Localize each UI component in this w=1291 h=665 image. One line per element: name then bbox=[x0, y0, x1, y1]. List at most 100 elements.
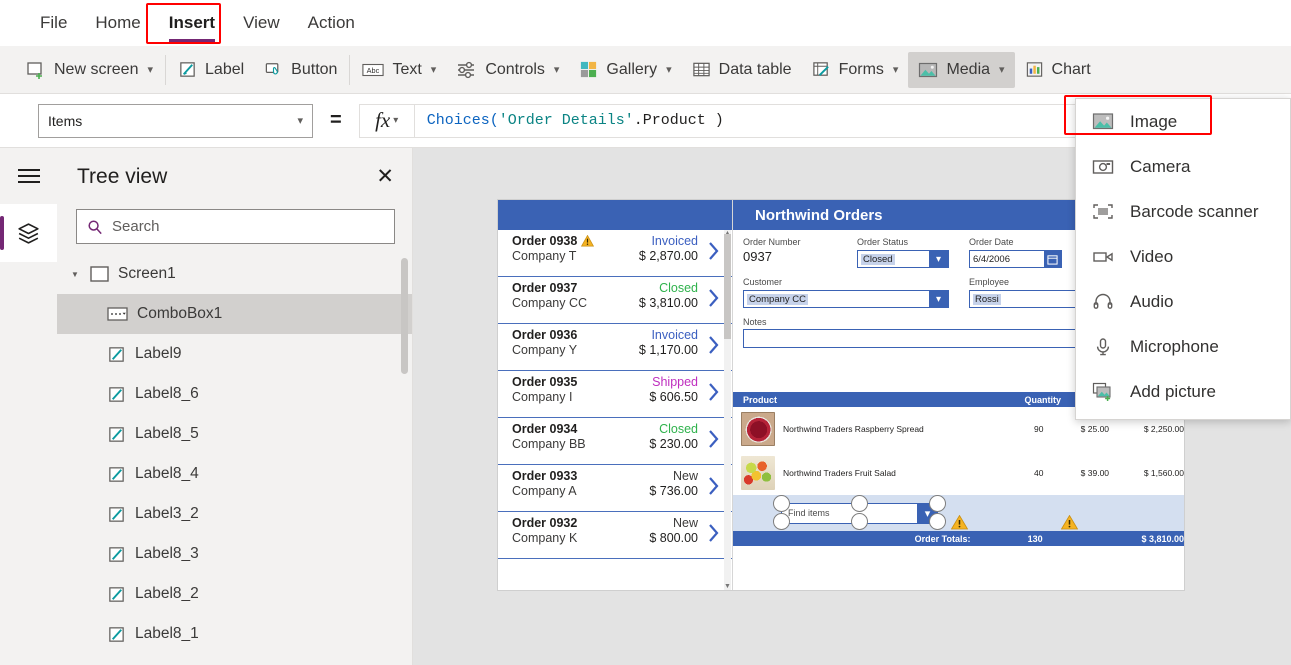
tree-node-label8-1[interactable]: Label8_1 bbox=[57, 614, 412, 654]
scroll-down-icon[interactable]: ▼ bbox=[724, 583, 731, 590]
calendar-icon[interactable] bbox=[1044, 251, 1061, 267]
label-icon bbox=[107, 385, 126, 404]
chevron-right-icon[interactable] bbox=[708, 382, 720, 402]
media-menu-item-video[interactable]: Video bbox=[1076, 234, 1290, 279]
hamburger-button[interactable] bbox=[0, 148, 57, 204]
company-name: Company I bbox=[512, 390, 573, 404]
chevron-right-icon[interactable] bbox=[708, 241, 720, 261]
warning-icon[interactable] bbox=[1060, 514, 1079, 530]
ribbon-button-button[interactable]: Button bbox=[254, 52, 347, 88]
tree-node-combobox1[interactable]: ComboBox1 bbox=[57, 294, 412, 334]
tree-node-label8-3[interactable]: Label8_3 bbox=[57, 534, 412, 574]
resize-handle-top-left[interactable] bbox=[773, 495, 790, 512]
menu-label: File bbox=[40, 13, 68, 32]
product-total: $ 2,250.00 bbox=[1143, 424, 1184, 434]
menu-item-view[interactable]: View bbox=[229, 6, 294, 40]
media-menu-label: Add picture bbox=[1130, 381, 1216, 401]
gallery-scrollbar[interactable]: ▲ ▼ bbox=[724, 230, 731, 590]
order-amount: $ 736.00 bbox=[649, 484, 698, 498]
order-date-picker[interactable]: 6/4/2006 bbox=[969, 250, 1062, 268]
ribbon-controls-button[interactable]: Controls ▾ bbox=[446, 52, 569, 88]
notes-input[interactable] bbox=[743, 329, 1086, 348]
media-menu-item-audio[interactable]: Audio bbox=[1076, 279, 1290, 324]
menu-item-action[interactable]: Action bbox=[294, 6, 369, 40]
chevron-right-icon[interactable] bbox=[708, 429, 720, 449]
media-menu-item-microphone[interactable]: Microphone bbox=[1076, 324, 1290, 369]
product-total: $ 1,560.00 bbox=[1143, 468, 1184, 478]
ribbon-forms-button[interactable]: Forms ▾ bbox=[802, 52, 909, 88]
media-menu-item-add-picture[interactable]: Add picture bbox=[1076, 369, 1290, 414]
ribbon-label: Data table bbox=[718, 60, 792, 78]
media-menu-item-barcode-scanner[interactable]: Barcode scanner bbox=[1076, 189, 1290, 234]
hamburger-icon bbox=[17, 169, 40, 183]
label-icon bbox=[107, 505, 126, 524]
resize-handle-bottom-right[interactable] bbox=[929, 513, 946, 530]
ribbon-new-screen-button[interactable]: New screen ▾ bbox=[16, 52, 163, 88]
gallery-item[interactable]: Order 0935 Company I Shipped $ 606.50 bbox=[498, 371, 732, 418]
menu-label: View bbox=[243, 13, 280, 32]
chevron-down-icon[interactable]: ▾ bbox=[929, 251, 948, 267]
close-icon[interactable]: ✕ bbox=[376, 166, 394, 187]
ribbon-text-button[interactable]: Abc Text ▾ bbox=[352, 52, 446, 88]
order-id: Order 0936 bbox=[512, 328, 578, 342]
menu-item-insert[interactable]: Insert bbox=[155, 6, 229, 42]
ribbon-label-button[interactable]: Label bbox=[168, 52, 254, 88]
chevron-right-icon[interactable] bbox=[708, 335, 720, 355]
ribbon-chart-button[interactable]: Chart bbox=[1015, 52, 1101, 88]
ribbon-gallery-button[interactable]: Gallery ▾ bbox=[569, 52, 681, 88]
tree-node-screen1[interactable]: ▼ Screen1 bbox=[57, 254, 412, 294]
gallery-item[interactable]: Order 0936 Company Y Invoiced $ 1,170.00 bbox=[498, 324, 732, 371]
gallery-item[interactable]: Order 0937 Company CC Closed $ 3,810.00 bbox=[498, 277, 732, 324]
main-menu-bar: File Home Insert View Action bbox=[0, 0, 1291, 46]
menu-item-file[interactable]: File bbox=[26, 6, 81, 40]
resize-handle-bottom-center[interactable] bbox=[851, 513, 868, 530]
combobox-icon bbox=[107, 307, 128, 321]
chevron-right-icon[interactable] bbox=[708, 288, 720, 308]
tree-node-label8-5[interactable]: Label8_5 bbox=[57, 414, 412, 454]
warning-icon[interactable] bbox=[950, 514, 969, 530]
product-row[interactable]: Northwind Traders Fruit Salad 40 $ 39.00… bbox=[733, 451, 1184, 495]
gallery-item[interactable]: Order 0933 Company A New $ 736.00 bbox=[498, 465, 732, 512]
chevron-right-icon[interactable] bbox=[708, 523, 720, 543]
gallery-item[interactable]: Order 0932 Company K New $ 800.00 bbox=[498, 512, 732, 559]
resize-handle-top-right[interactable] bbox=[929, 495, 946, 512]
rail-item-tree-view[interactable] bbox=[0, 204, 57, 262]
tree-node-list[interactable]: ▼ Screen1 ComboBox1 Label9 Label8_6 Labe… bbox=[57, 254, 412, 665]
company-name: Company A bbox=[512, 484, 577, 498]
media-menu-label: Audio bbox=[1130, 291, 1174, 311]
gallery-item[interactable]: Order 0938 Company T Invoiced $ 2,870.00 bbox=[498, 230, 732, 277]
label-icon bbox=[107, 585, 126, 604]
order-status-field: Order Status Closed ▾ bbox=[857, 237, 969, 268]
fx-button[interactable]: fx ▾ bbox=[358, 103, 415, 138]
order-status: Invoiced bbox=[651, 328, 698, 342]
orders-gallery[interactable]: Order 0938 Company T Invoiced $ 2,870.00… bbox=[498, 200, 733, 590]
ribbon-data-table-button[interactable]: Data table bbox=[682, 52, 802, 88]
forms-icon bbox=[812, 60, 831, 79]
tree-node-label3-2[interactable]: Label3_2 bbox=[57, 494, 412, 534]
tree-node-label8-2[interactable]: Label8_2 bbox=[57, 574, 412, 614]
tree-node-label: Label8_2 bbox=[135, 585, 199, 602]
tree-node-label9[interactable]: Label9 bbox=[57, 334, 412, 374]
order-amount: $ 606.50 bbox=[649, 390, 698, 404]
chevron-right-icon[interactable] bbox=[708, 476, 720, 496]
order-status-dropdown[interactable]: Closed ▾ bbox=[857, 250, 949, 268]
resize-handle-top-center[interactable] bbox=[851, 495, 868, 512]
property-select[interactable]: Items ▾ bbox=[38, 103, 313, 138]
customer-dropdown[interactable]: Company CC ▾ bbox=[743, 290, 949, 308]
gallery-scrollbar-thumb[interactable] bbox=[724, 234, 731, 339]
media-menu-item-camera[interactable]: Camera bbox=[1076, 144, 1290, 189]
search-input[interactable]: Search bbox=[76, 209, 395, 244]
add-product-row: Find items ▾ bbox=[733, 495, 1184, 531]
text-abc-icon: Abc bbox=[362, 62, 385, 78]
tree-node-label8-4[interactable]: Label8_4 bbox=[57, 454, 412, 494]
gallery-item[interactable]: Order 0934 Company BB Closed $ 230.00 bbox=[498, 418, 732, 465]
ribbon-media-button[interactable]: Media ▾ bbox=[908, 51, 1015, 88]
tree-node-label8-6[interactable]: Label8_6 bbox=[57, 374, 412, 414]
expand-triangle-icon[interactable]: ▼ bbox=[71, 270, 81, 279]
media-menu-item-image[interactable]: Image bbox=[1076, 99, 1290, 144]
chevron-down-icon[interactable]: ▾ bbox=[929, 291, 948, 307]
tree-scrollbar-thumb[interactable] bbox=[401, 258, 408, 374]
menu-item-home[interactable]: Home bbox=[81, 6, 154, 40]
resize-handle-bottom-left[interactable] bbox=[773, 513, 790, 530]
controls-sliders-icon bbox=[456, 60, 477, 79]
